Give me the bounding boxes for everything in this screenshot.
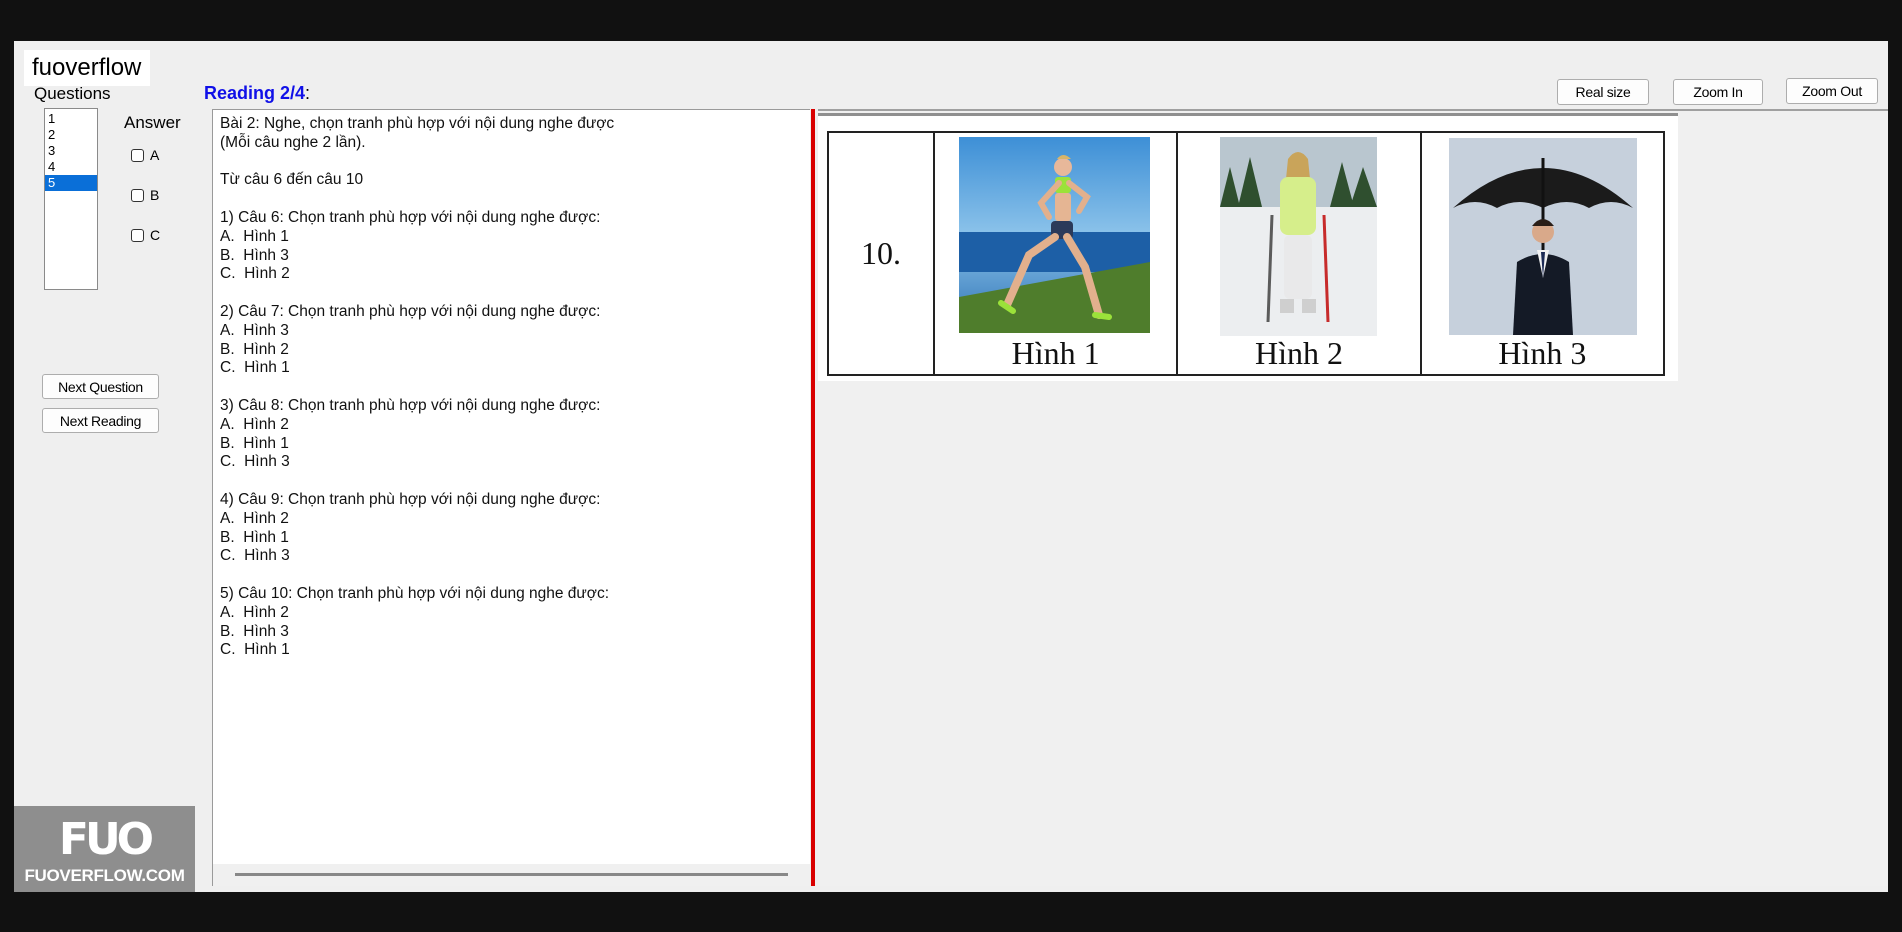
watermark-label: fuoverflow <box>24 50 151 86</box>
picture-table: 10. Hình 1 Hình 2 Hình 3 <box>827 131 1665 376</box>
fuoverflow-logo: FUO FUOVERFLOW.COM <box>14 806 195 892</box>
answer-option-b[interactable]: B <box>131 187 159 203</box>
question-list[interactable]: 1 2 3 4 5 <box>44 108 98 290</box>
question-item-5[interactable]: 5 <box>45 175 97 191</box>
answer-a-checkbox[interactable] <box>131 148 144 162</box>
picture-label-3: Hình 3 <box>1498 335 1587 371</box>
app-window: fuoverflow Questions Reading 2/4: 1 2 3 … <box>14 41 1888 892</box>
zoom-out-button[interactable]: Zoom Out <box>1786 78 1878 104</box>
picture-label-2: Hình 2 <box>1254 335 1343 371</box>
question-item-4[interactable]: 4 <box>45 159 97 175</box>
reading-title-text: Reading 2/4 <box>204 83 306 103</box>
question-item-2[interactable]: 2 <box>45 127 97 143</box>
image-viewer[interactable]: 10. Hình 1 Hình 2 Hình 3 <box>818 109 1888 886</box>
answer-c-label: C <box>150 227 161 243</box>
skier-photo-icon <box>1220 137 1378 336</box>
picture-label-1: Hình 1 <box>1011 335 1100 371</box>
next-question-button[interactable]: Next Question <box>42 374 159 399</box>
reading-text-box[interactable]: Bài 2: Nghe, chọn tranh phù hợp với nội … <box>212 109 810 886</box>
real-size-button[interactable]: Real size <box>1557 79 1649 105</box>
questions-label: Questions <box>34 84 111 103</box>
question-number: 10. <box>829 133 935 374</box>
reading-title-colon: : <box>305 83 311 103</box>
logo-text: FUOVERFLOW.COM <box>24 866 185 885</box>
question-item-1[interactable]: 1 <box>45 111 97 127</box>
question-item-3[interactable]: 3 <box>45 143 97 159</box>
picture-cell-1: Hình 1 <box>935 133 1179 374</box>
zoom-in-button[interactable]: Zoom In <box>1673 79 1763 105</box>
answer-a-label: A <box>150 147 160 163</box>
answer-label: Answer <box>124 113 181 132</box>
scrollbar-thumb[interactable] <box>235 873 788 876</box>
answer-option-c[interactable]: C <box>131 227 160 243</box>
next-reading-button[interactable]: Next Reading <box>42 408 159 433</box>
horizontal-scrollbar[interactable] <box>213 864 810 886</box>
answer-option-a[interactable]: A <box>131 147 159 163</box>
question-image: 10. Hình 1 Hình 2 Hình 3 <box>818 113 1678 381</box>
reading-text: Bài 2: Nghe, chọn tranh phù hợp với nội … <box>220 115 615 659</box>
logo-mark: FUO <box>58 814 154 865</box>
answer-c-checkbox[interactable] <box>131 228 144 242</box>
umbrella-man-photo-icon <box>1448 138 1637 335</box>
answer-b-label: B <box>150 187 160 203</box>
reading-title: Reading 2/4: <box>204 83 310 104</box>
runner-photo-icon <box>959 137 1150 333</box>
answer-b-checkbox[interactable] <box>131 188 144 202</box>
splitter-divider[interactable] <box>811 109 815 886</box>
picture-cell-3: Hình 3 <box>1422 133 1663 374</box>
picture-cell-2: Hình 2 <box>1178 133 1422 374</box>
